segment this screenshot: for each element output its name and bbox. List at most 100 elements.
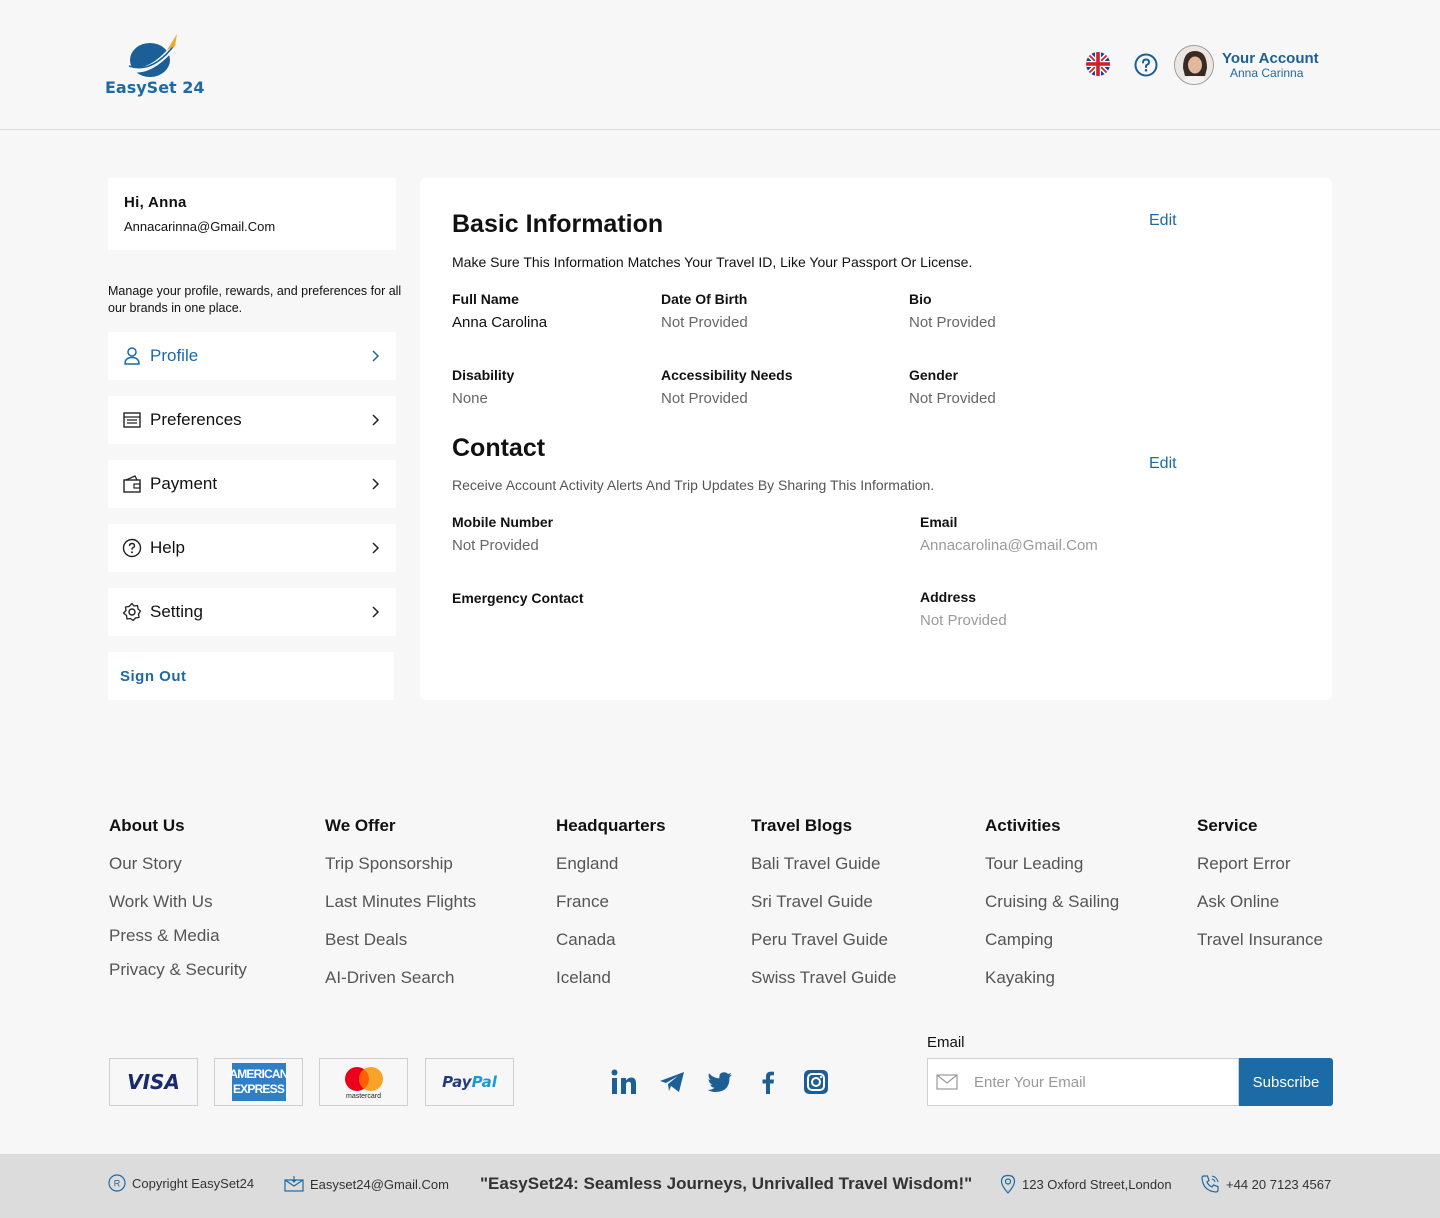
newsletter-email-field[interactable] <box>927 1058 1239 1106</box>
newsletter-email-label: Email <box>927 1034 965 1051</box>
help-circle-icon[interactable] <box>1134 53 1158 77</box>
footer-email-text: Easyset24@Gmail.Com <box>310 1176 449 1192</box>
accessibility-value: Not Provided <box>661 390 748 407</box>
greeting-card: Hi, Anna Annacarinna@Gmail.Com <box>108 178 396 250</box>
mastercard-logo: mastercard <box>319 1058 408 1106</box>
footer-heading-about: About Us <box>109 816 185 835</box>
footer-phone[interactable]: +44 20 7123 4567 <box>1200 1174 1331 1194</box>
footer-link[interactable]: Our Story <box>109 854 182 874</box>
footer-email[interactable]: Easyset24@Gmail.Com <box>284 1176 449 1192</box>
basic-info-description: Make Sure This Information Matches Your … <box>452 254 973 270</box>
footer-heading-hq: Headquarters <box>556 816 666 835</box>
sidebar-item-preferences[interactable]: Preferences <box>108 396 396 444</box>
footer-link[interactable]: Canada <box>556 930 616 950</box>
footer-link[interactable]: Trip Sponsorship <box>325 854 453 874</box>
newsletter-email-input[interactable] <box>974 1073 1224 1091</box>
full-name-value: Anna Carolina <box>452 314 548 331</box>
instagram-icon[interactable] <box>802 1068 830 1096</box>
contact-description: Receive Account Activity Alerts And Trip… <box>452 477 935 493</box>
full-name-label: Full Name <box>452 291 519 307</box>
facebook-icon[interactable] <box>754 1068 782 1096</box>
sidebar-item-setting[interactable]: Setting <box>108 588 396 636</box>
brand-name[interactable]: EasySet 24 <box>105 78 205 97</box>
disability-value: None <box>452 390 488 407</box>
footer-link[interactable]: Camping <box>985 930 1053 950</box>
sidebar-item-profile[interactable]: Profile <box>108 332 396 380</box>
footer-link[interactable]: Ask Online <box>1197 892 1279 912</box>
linkedin-icon[interactable] <box>610 1068 638 1096</box>
profile-panel: Basic Information Edit Make Sure This In… <box>420 178 1332 700</box>
footer-link[interactable]: Kayaking <box>985 968 1055 988</box>
amex-logo: AMERICAN EXPRESS <box>214 1058 303 1106</box>
basic-info-title: Basic Information <box>452 210 664 238</box>
phone-icon <box>1201 1175 1219 1193</box>
footer-address: 123 Oxford Street,London <box>1000 1174 1172 1194</box>
footer-link[interactable]: Iceland <box>556 968 611 988</box>
wallet-icon <box>123 475 141 493</box>
copyright: R Copyright EasySet24 <box>108 1174 254 1192</box>
footer-link[interactable]: Travel Insurance <box>1197 930 1323 950</box>
manage-description: Manage your profile, rewards, and prefer… <box>108 284 402 315</box>
footer-link[interactable]: England <box>556 854 618 874</box>
footer-link[interactable]: Last Minutes Flights <box>325 892 476 912</box>
sidebar-item-label: Setting <box>150 602 203 621</box>
visa-wordmark: VISA <box>127 1070 180 1094</box>
footer-link[interactable]: Press & Media <box>109 926 220 946</box>
amex-wordmark-top: AMERICAN <box>229 1067 288 1081</box>
sign-out-button[interactable]: Sign Out <box>108 652 394 700</box>
list-icon <box>123 412 141 428</box>
svg-text:R: R <box>114 1179 121 1189</box>
dob-value: Not Provided <box>661 314 748 331</box>
footer-link[interactable]: Bali Travel Guide <box>751 854 880 874</box>
subscribe-button[interactable]: Subscribe <box>1239 1058 1333 1106</box>
email-label: Email <box>920 514 958 530</box>
footer-link[interactable]: AI-Driven Search <box>325 968 454 988</box>
footer-link[interactable]: France <box>556 892 609 912</box>
address-label: Address <box>920 589 977 605</box>
mastercard-wordmark: mastercard <box>345 1092 381 1100</box>
contact-edit-link[interactable]: Edit <box>1149 455 1177 473</box>
mail-icon <box>936 1074 958 1090</box>
account-name[interactable]: Anna Carinna <box>1230 66 1303 80</box>
contact-title: Contact <box>452 434 546 462</box>
footer-link[interactable]: Swiss Travel Guide <box>751 968 897 988</box>
accessibility-label: Accessibility Needs <box>661 367 793 383</box>
basic-info-edit-link[interactable]: Edit <box>1149 212 1177 230</box>
sidebar-item-help[interactable]: Help <box>108 524 396 572</box>
footer-link[interactable]: Work With Us <box>109 892 213 912</box>
footer-link[interactable]: Peru Travel Guide <box>751 930 888 950</box>
account-title[interactable]: Your Account <box>1222 50 1319 67</box>
paypal-wordmark-pay: Pay <box>442 1073 472 1091</box>
gender-label: Gender <box>909 367 959 383</box>
amex-wordmark-bottom: EXPRESS <box>232 1082 285 1096</box>
twitter-icon[interactable] <box>706 1068 734 1096</box>
greeting-title: Hi, Anna <box>124 194 187 211</box>
avatar[interactable] <box>1174 45 1214 85</box>
sidebar-item-label: Payment <box>150 474 218 493</box>
chevron-right-icon <box>372 542 380 554</box>
footer-link[interactable]: Report Error <box>1197 854 1291 874</box>
envelope-icon <box>284 1176 304 1192</box>
sidebar-item-payment[interactable]: Payment <box>108 460 396 508</box>
chevron-right-icon <box>372 350 380 362</box>
telegram-icon[interactable] <box>658 1068 686 1096</box>
footer-heading-service: Service <box>1197 816 1258 835</box>
chevron-right-icon <box>372 478 380 490</box>
emergency-contact-label: Emergency Contact <box>452 590 584 606</box>
footer-heading-offer: We Offer <box>325 816 396 835</box>
paypal-wordmark-pal: Pal <box>471 1073 497 1091</box>
location-pin-icon <box>1000 1174 1016 1194</box>
footer-heading-blogs: Travel Blogs <box>751 816 853 835</box>
uk-flag-icon[interactable] <box>1086 52 1110 76</box>
sidebar-item-label: Help <box>150 538 185 557</box>
bottom-bar: R Copyright EasySet24 Easyset24@Gmail.Co… <box>0 1154 1440 1218</box>
footer-link[interactable]: Privacy & Security <box>109 960 247 980</box>
footer-link[interactable]: Sri Travel Guide <box>751 892 873 912</box>
email-value: Annacarolina@Gmail.Com <box>920 537 1098 554</box>
paypal-logo: Pay Pal <box>425 1058 514 1106</box>
mobile-value: Not Provided <box>452 537 539 554</box>
footer-link[interactable]: Cruising & Sailing <box>985 892 1119 912</box>
footer-link[interactable]: Best Deals <box>325 930 407 950</box>
footer-link[interactable]: Tour Leading <box>985 854 1083 874</box>
footer-address-text: 123 Oxford Street,London <box>1022 1176 1172 1192</box>
